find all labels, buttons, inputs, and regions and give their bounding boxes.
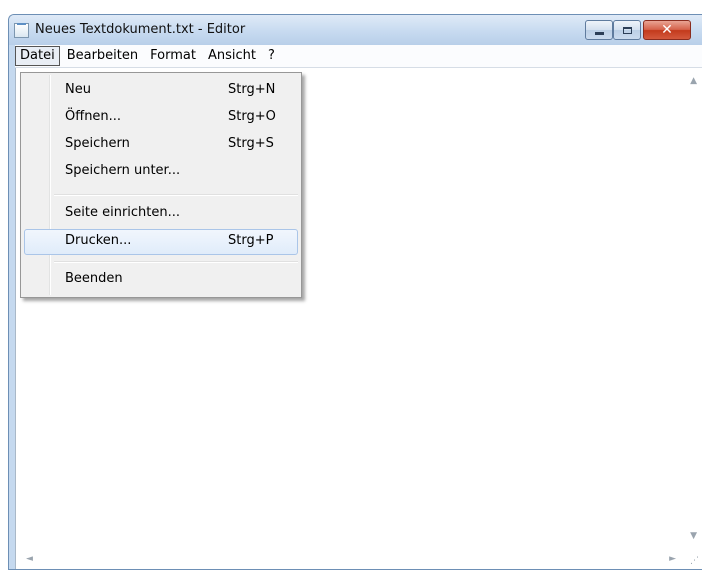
close-button[interactable]: ✕	[643, 20, 691, 40]
window-title: Neues Textdokument.txt - Editor	[35, 22, 246, 37]
vertical-scrollbar[interactable]: ▲ ▼	[684, 68, 702, 549]
menu-item-label: Seite einrichten...	[65, 205, 181, 220]
menu-item-label: Öffnen...	[65, 109, 122, 124]
close-icon: ✕	[661, 22, 673, 38]
menu-item-neu[interactable]: Neu Strg+N	[24, 78, 298, 104]
menu-separator	[54, 194, 298, 196]
menu-item-label: Speichern	[65, 136, 130, 151]
resize-grip[interactable]: ⋰	[684, 549, 702, 569]
scroll-right-icon[interactable]: ►	[669, 554, 676, 564]
menu-item-drucken[interactable]: Drucken... Strg+P	[24, 229, 298, 255]
notepad-icon	[14, 23, 29, 38]
menu-item-speichern[interactable]: Speichern Strg+S	[24, 132, 298, 158]
menu-item-speichern-unter[interactable]: Speichern unter...	[24, 159, 298, 185]
menu-item-shortcut: Strg+S	[228, 136, 274, 151]
menu-item-shortcut: Strg+P	[228, 233, 274, 248]
minimize-icon	[594, 31, 604, 35]
menu-item-oeffnen[interactable]: Öffnen... Strg+O	[24, 105, 298, 131]
file-menu-dropdown: Neu Strg+N Öffnen... Strg+O Speichern St…	[20, 72, 302, 298]
maximize-button[interactable]	[613, 20, 641, 40]
menu-separator	[54, 261, 298, 263]
menu-format[interactable]: Format	[145, 46, 201, 66]
menu-datei[interactable]: Datei	[15, 46, 60, 66]
menu-item-seite-einrichten[interactable]: Seite einrichten...	[24, 201, 298, 227]
menu-item-beenden[interactable]: Beenden	[24, 267, 298, 293]
menu-bearbeiten[interactable]: Bearbeiten	[62, 46, 143, 66]
horizontal-scrollbar[interactable]: ◄ ►	[16, 549, 684, 569]
maximize-icon	[622, 26, 632, 34]
scroll-up-icon[interactable]: ▲	[690, 76, 697, 86]
menu-help[interactable]: ?	[263, 46, 280, 66]
menu-item-shortcut: Strg+N	[228, 82, 276, 97]
title-bar[interactable]: Neues Textdokument.txt - Editor ✕	[9, 15, 702, 45]
scroll-left-icon[interactable]: ◄	[26, 554, 33, 564]
menu-item-label: Neu	[65, 82, 91, 97]
menu-ansicht[interactable]: Ansicht	[203, 46, 261, 66]
menu-item-shortcut: Strg+O	[228, 109, 276, 124]
resize-grip-icon: ⋰	[690, 556, 699, 566]
minimize-button[interactable]	[585, 20, 613, 40]
menu-item-label: Speichern unter...	[65, 163, 181, 178]
menu-bar: Datei Bearbeiten Format Ansicht ?	[15, 45, 702, 68]
menu-item-label: Drucken...	[65, 233, 132, 248]
scroll-down-icon[interactable]: ▼	[690, 531, 697, 541]
menu-item-label: Beenden	[65, 271, 123, 286]
